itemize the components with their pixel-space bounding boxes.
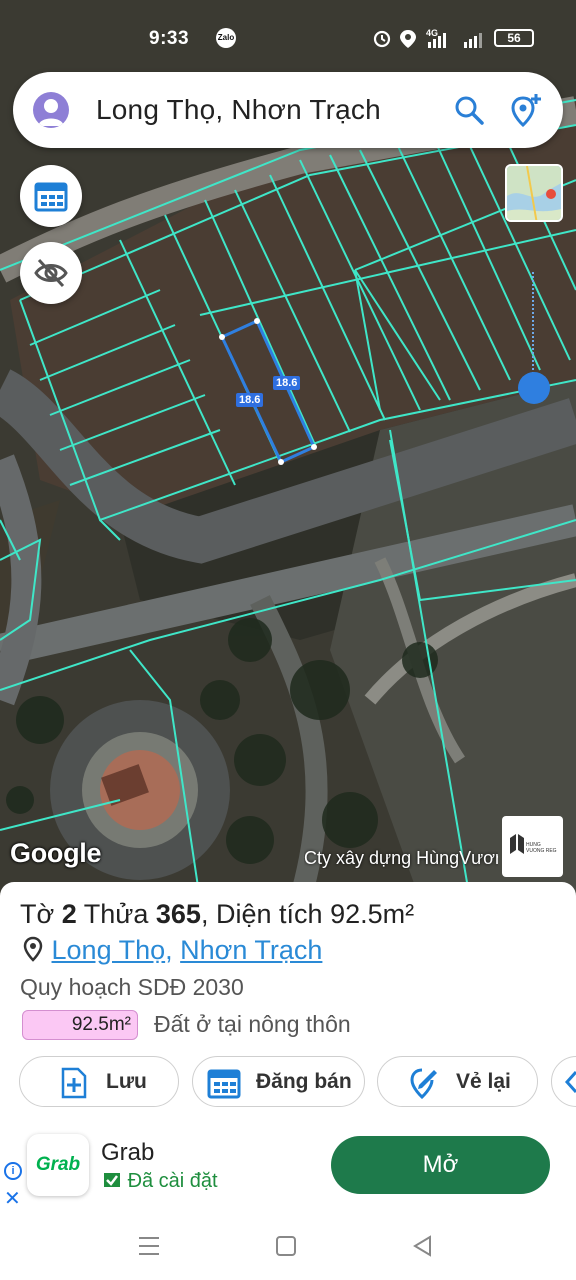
- calendar-button[interactable]: [20, 165, 82, 227]
- system-nav-bar: [0, 1216, 576, 1280]
- ad-installed-label: Đã cài đặt: [127, 1170, 218, 1192]
- map-view[interactable]: 18.6 18.6 9:33 Zalo 4G 56 Long Thọ, Nhơn…: [0, 0, 576, 900]
- parcel-location: Long Thọ, Nhơn Trạch: [22, 935, 322, 969]
- land-plan-title: Quy hoạch SDĐ 2030: [20, 974, 244, 1000]
- alarm-icon: [373, 30, 391, 48]
- parcel-dimension-label: 18.6: [236, 393, 264, 407]
- company-logo-text: HUNG VUONG REG: [526, 842, 557, 854]
- menu-icon[interactable]: [138, 1234, 160, 1258]
- parcel-area: 92.5m²: [330, 899, 415, 929]
- redraw-button[interactable]: Vẻ lại: [377, 1056, 538, 1107]
- sheet-number: 2: [61, 899, 77, 929]
- land-use-type: Đất ở tại nông thôn: [154, 1011, 351, 1037]
- redraw-label: Vẻ lại: [456, 1070, 511, 1093]
- calendar-icon: [34, 182, 68, 212]
- parcel-heading: Tờ 2 Thửa 365, Diện tích 92.5m²: [20, 899, 414, 930]
- post-for-sale-label: Đăng bán: [256, 1070, 352, 1093]
- map-watermark: Cty xây dựng HùngVương: [304, 848, 498, 868]
- ad-banner[interactable]: i ✕ Grab Grab Đã cài đặt Mở: [0, 1124, 576, 1216]
- add-file-icon: [61, 1067, 87, 1099]
- save-button[interactable]: Lưu: [19, 1056, 179, 1107]
- home-icon[interactable]: [275, 1234, 297, 1258]
- status-system-icons: 4G: [373, 28, 482, 48]
- avatar-icon[interactable]: [33, 92, 69, 128]
- pin-edit-icon: [410, 1068, 437, 1099]
- installed-check-icon: [104, 1173, 120, 1187]
- eye-off-icon: [34, 258, 68, 288]
- ad-open-button[interactable]: Mở: [331, 1136, 550, 1194]
- more-actions-button[interactable]: [551, 1056, 576, 1107]
- lot-number: 365: [155, 899, 201, 929]
- area-label: Diện tích: [215, 899, 323, 929]
- ward-link[interactable]: Long Thọ: [52, 935, 166, 965]
- company-logo[interactable]: HUNG VUONG REG: [502, 816, 563, 877]
- visibility-toggle-button[interactable]: [20, 242, 82, 304]
- zalo-notification-icon: Zalo: [216, 28, 236, 48]
- ad-info-icon[interactable]: i: [4, 1162, 22, 1180]
- pin-plus-icon[interactable]: [509, 92, 543, 128]
- save-label: Lưu: [106, 1070, 147, 1093]
- plan-area-badge: 92.5m²: [22, 1010, 138, 1040]
- lot-label: Thửa: [83, 899, 149, 929]
- post-for-sale-button[interactable]: Đăng bán: [192, 1056, 365, 1107]
- district-link[interactable]: Nhơn Trạch: [180, 935, 322, 965]
- parcel-info-sheet: Tờ 2 Thửa 365, Diện tích 92.5m² Long Thọ…: [0, 882, 576, 1124]
- google-logo: Google: [10, 838, 102, 868]
- network-label: 4G: [426, 28, 438, 38]
- location-icon: [400, 30, 416, 48]
- calendar-icon: [207, 1069, 241, 1099]
- search-bar[interactable]: Long Thọ, Nhơn Trạch: [13, 72, 563, 148]
- location-comma: ,: [165, 935, 181, 965]
- parcel-dimension-label: 18.6: [273, 376, 301, 390]
- battery-icon: 56: [494, 29, 534, 47]
- status-time: 9:33: [149, 28, 190, 49]
- search-location-title[interactable]: Long Thọ, Nhơn Trạch: [96, 94, 381, 126]
- heading-comma: ,: [200, 899, 209, 929]
- search-icon[interactable]: [453, 94, 485, 126]
- chevron-left-icon: [564, 1070, 576, 1094]
- sheet-label: Tờ: [20, 899, 55, 929]
- location-pin-icon: [23, 936, 43, 962]
- map-layer-preview: [507, 166, 561, 220]
- back-icon[interactable]: [412, 1234, 434, 1258]
- ad-installed-status: Đã cài đặt: [102, 1170, 218, 1193]
- ad-close-icon[interactable]: ✕: [4, 1186, 21, 1211]
- grab-app-icon[interactable]: Grab: [27, 1134, 89, 1196]
- map-layer-thumbnail[interactable]: [505, 164, 563, 222]
- status-icons: 4G 56: [370, 26, 540, 50]
- screen: 18.6 18.6 9:33 Zalo 4G 56 Long Thọ, Nhơn…: [0, 0, 576, 1280]
- status-bar: 9:33 Zalo 4G 56: [0, 0, 576, 72]
- ad-app-name: Grab: [101, 1139, 155, 1166]
